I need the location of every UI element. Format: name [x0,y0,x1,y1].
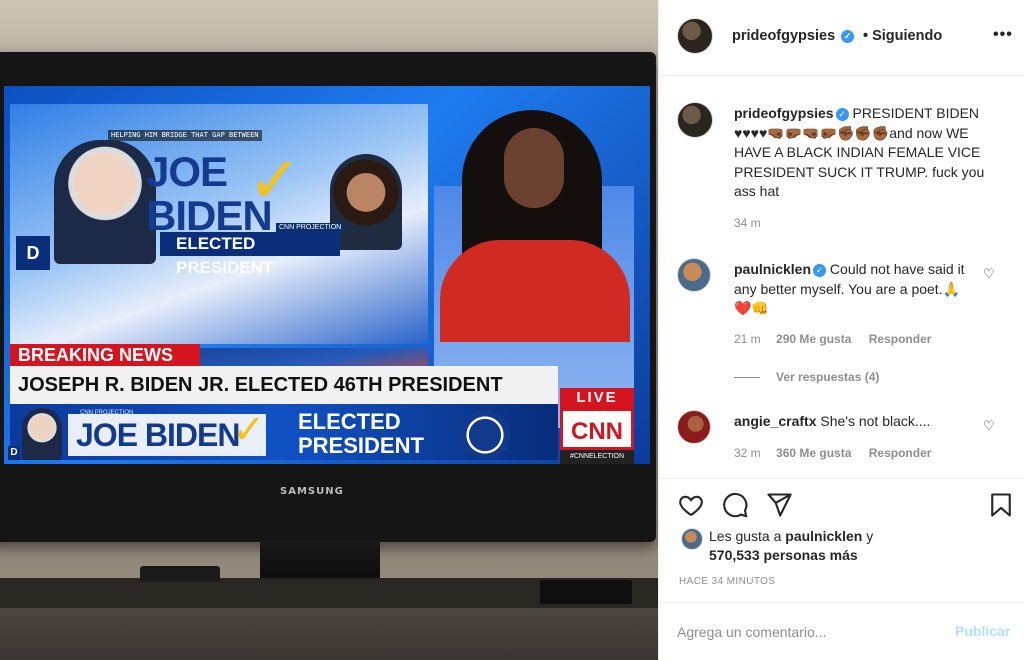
lower-third-name: JOE BIDEN [76,417,240,453]
verified-badge-icon: ✓ [841,30,855,43]
commenter-avatar[interactable] [677,410,711,444]
caption-text: prideofgypsies ✓ PRESIDENT BIDEN ♥♥♥♥🤜🏾🤛🏾… [734,104,1004,202]
comment-time[interactable]: 32 m [734,446,761,460]
cable [140,566,220,582]
caption-avatar[interactable] [677,102,713,138]
comment-time[interactable]: 21 m [734,332,761,346]
comment-meta: 21 m 290 Me gusta Responder [734,332,931,346]
author-username-text[interactable]: prideofgypsies [732,28,835,44]
follow-status[interactable]: • Siguiendo [863,28,942,44]
likes-user[interactable]: paulnicklen [785,528,862,544]
commenter-avatar[interactable] [677,258,711,292]
lower-third-elected: ELECTED PRESIDENT [298,409,424,458]
post-sidebar: prideofgypsies ✓ • Siguiendo ••• prideof… [658,0,1024,660]
presidential-seal-icon [460,410,510,460]
cnn-logo: CNN [560,408,634,450]
likes-count[interactable]: 570,533 personas más [709,547,858,563]
like-heart-icon[interactable] [677,491,705,519]
add-comment-bar: Publicar [659,602,1024,660]
liker-avatar[interactable] [681,528,703,550]
post-header: prideofgypsies ✓ • Siguiendo ••• [659,0,1024,76]
checkmark-icon: ✓ [248,144,302,216]
comment-input[interactable] [677,621,947,643]
lower-third-party-badge: D [8,446,20,460]
graphic-elected-label: ELECTED PRESIDENT [160,232,340,277]
comment-text: paulnicklen ✓ Could not have said it any … [734,260,974,319]
lower-third-checkmark-icon: ✓ [232,408,266,452]
comment-likes[interactable]: 290 Me gusta [776,332,851,346]
tv-brand-logo: SAMSUNG [280,486,344,497]
harris-portrait [330,154,402,250]
save-bookmark-icon[interactable] [987,491,1015,519]
breaking-news-label: BREAKING NEWS [10,344,200,366]
like-comment-heart-icon[interactable]: ♡ [983,418,995,434]
verified-badge-icon: ✓ [813,264,827,277]
party-badge: D [16,236,50,270]
like-comment-heart-icon[interactable]: ♡ [983,266,995,282]
news-headline: JOSEPH R. BIDEN JR. ELECTED 46TH PRESIDE… [10,366,558,404]
post-photo[interactable]: HELPING HIM BRIDGE THAT GAP BETWEEN JOE … [0,0,658,660]
comment-likes[interactable]: 360 Me gusta [776,446,851,460]
wall-background [0,0,658,60]
streaming-box [540,580,632,604]
post-time-ago[interactable]: HACE 34 MINUTOS [679,576,775,587]
comment-bubble-icon[interactable] [721,491,749,519]
comment-body: She's not black.... [820,413,931,429]
anchor-face [504,128,564,208]
lower-third-portrait [22,408,62,460]
comment-meta: 32 m 360 Me gusta Responder [734,446,931,460]
comment-text: angie_craftx She's not black.... [734,412,974,432]
commenter-username[interactable]: angie_craftx [734,413,816,429]
graphic-projection-label: CNN PROJECTION [276,223,345,232]
reply-button[interactable]: Responder [869,446,932,460]
biden-portrait [54,140,156,264]
author-username[interactable]: prideofgypsies ✓ [732,28,855,44]
anchor-body [440,240,630,342]
reply-button[interactable]: Responder [869,332,932,346]
action-bar [659,478,1024,530]
hashtag-label: #CNNELECTION [560,450,634,464]
likes-prefix: Les gusta a [709,528,782,544]
graphic-subtitle: HELPING HIM BRIDGE THAT GAP BETWEEN [108,130,262,141]
likes-suffix: y [866,528,874,544]
author-avatar[interactable] [677,18,713,54]
view-replies-button[interactable]: Ver respuestas (4) [734,370,879,384]
caption-username[interactable]: prideofgypsies [734,105,834,121]
publish-button[interactable]: Publicar [955,623,1010,639]
likes-line: Les gusta a paulnicklen y [709,528,873,544]
share-send-icon[interactable] [765,491,793,519]
caption-timestamp[interactable]: 34 m [734,216,761,230]
shelf-lower [0,608,658,660]
more-options-icon[interactable]: ••• [993,26,1013,44]
commenter-username[interactable]: paulnicklen [734,261,811,277]
live-badge: LIVE [560,388,634,408]
verified-badge-icon: ✓ [835,108,849,121]
